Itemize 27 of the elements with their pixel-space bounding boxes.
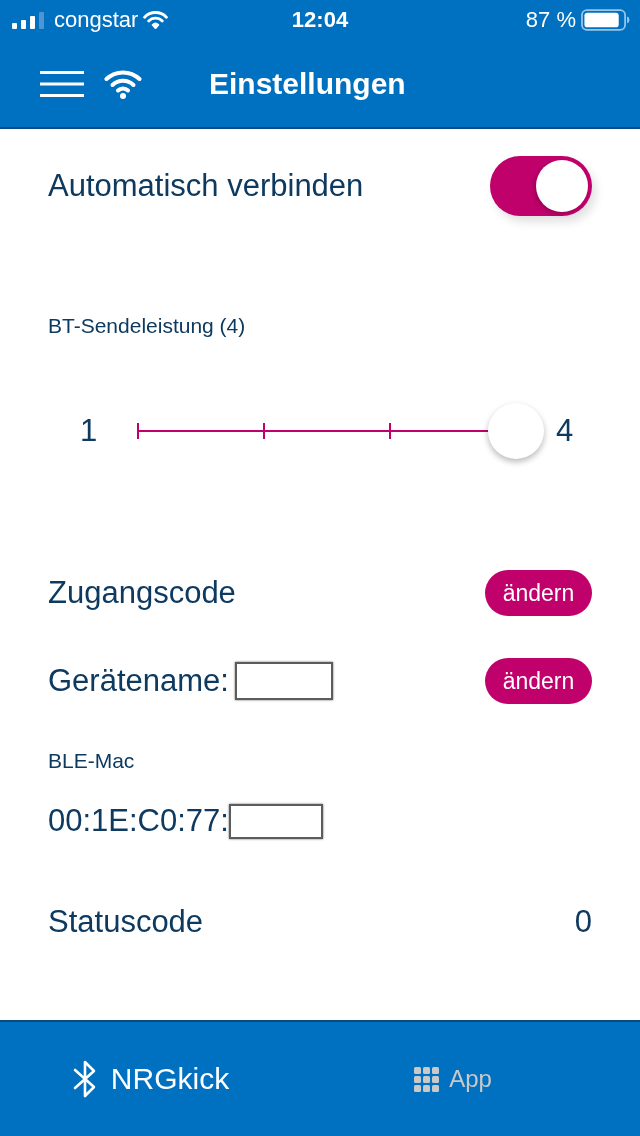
tab[interactable]: App — [302, 1022, 640, 1136]
battery-percent: 87 % — [525, 7, 576, 33]
menu-icon[interactable] — [40, 70, 84, 97]
setting-label: Automatisch verbinden — [48, 168, 364, 204]
status-time: 12:04 — [291, 7, 349, 33]
change-button[interactable]: ändern — [485, 570, 592, 616]
slider-thumb[interactable] — [488, 403, 544, 459]
setting-label: Zugangscode — [48, 575, 236, 611]
slider-label: BT-Sendeleistung (4) — [48, 314, 246, 338]
setting-label: Gerätename: — [48, 663, 229, 699]
wifi-icon — [143, 11, 169, 29]
status-code-value: 0 — [574, 904, 592, 940]
page-title: Einstellungen — [209, 65, 406, 102]
change-button[interactable]: ändern — [485, 658, 592, 704]
wifi-icon[interactable] — [104, 68, 142, 99]
setting-label: BLE-Mac — [48, 749, 135, 773]
bluetooth-icon — [72, 1059, 97, 1099]
toggle-switch[interactable] — [490, 156, 592, 216]
tab[interactable]: NRGkick — [0, 1022, 302, 1136]
battery-icon — [581, 9, 630, 31]
slider-max-label: 4 — [556, 413, 574, 449]
signal-icon — [12, 11, 44, 29]
mac-address: 00:1E:C0:77: — [48, 803, 229, 839]
setting-label: Statuscode — [48, 904, 204, 940]
carrier-name: congstar — [54, 7, 139, 33]
slider-min-label: 1 — [80, 413, 97, 449]
grid-icon — [414, 1066, 440, 1092]
